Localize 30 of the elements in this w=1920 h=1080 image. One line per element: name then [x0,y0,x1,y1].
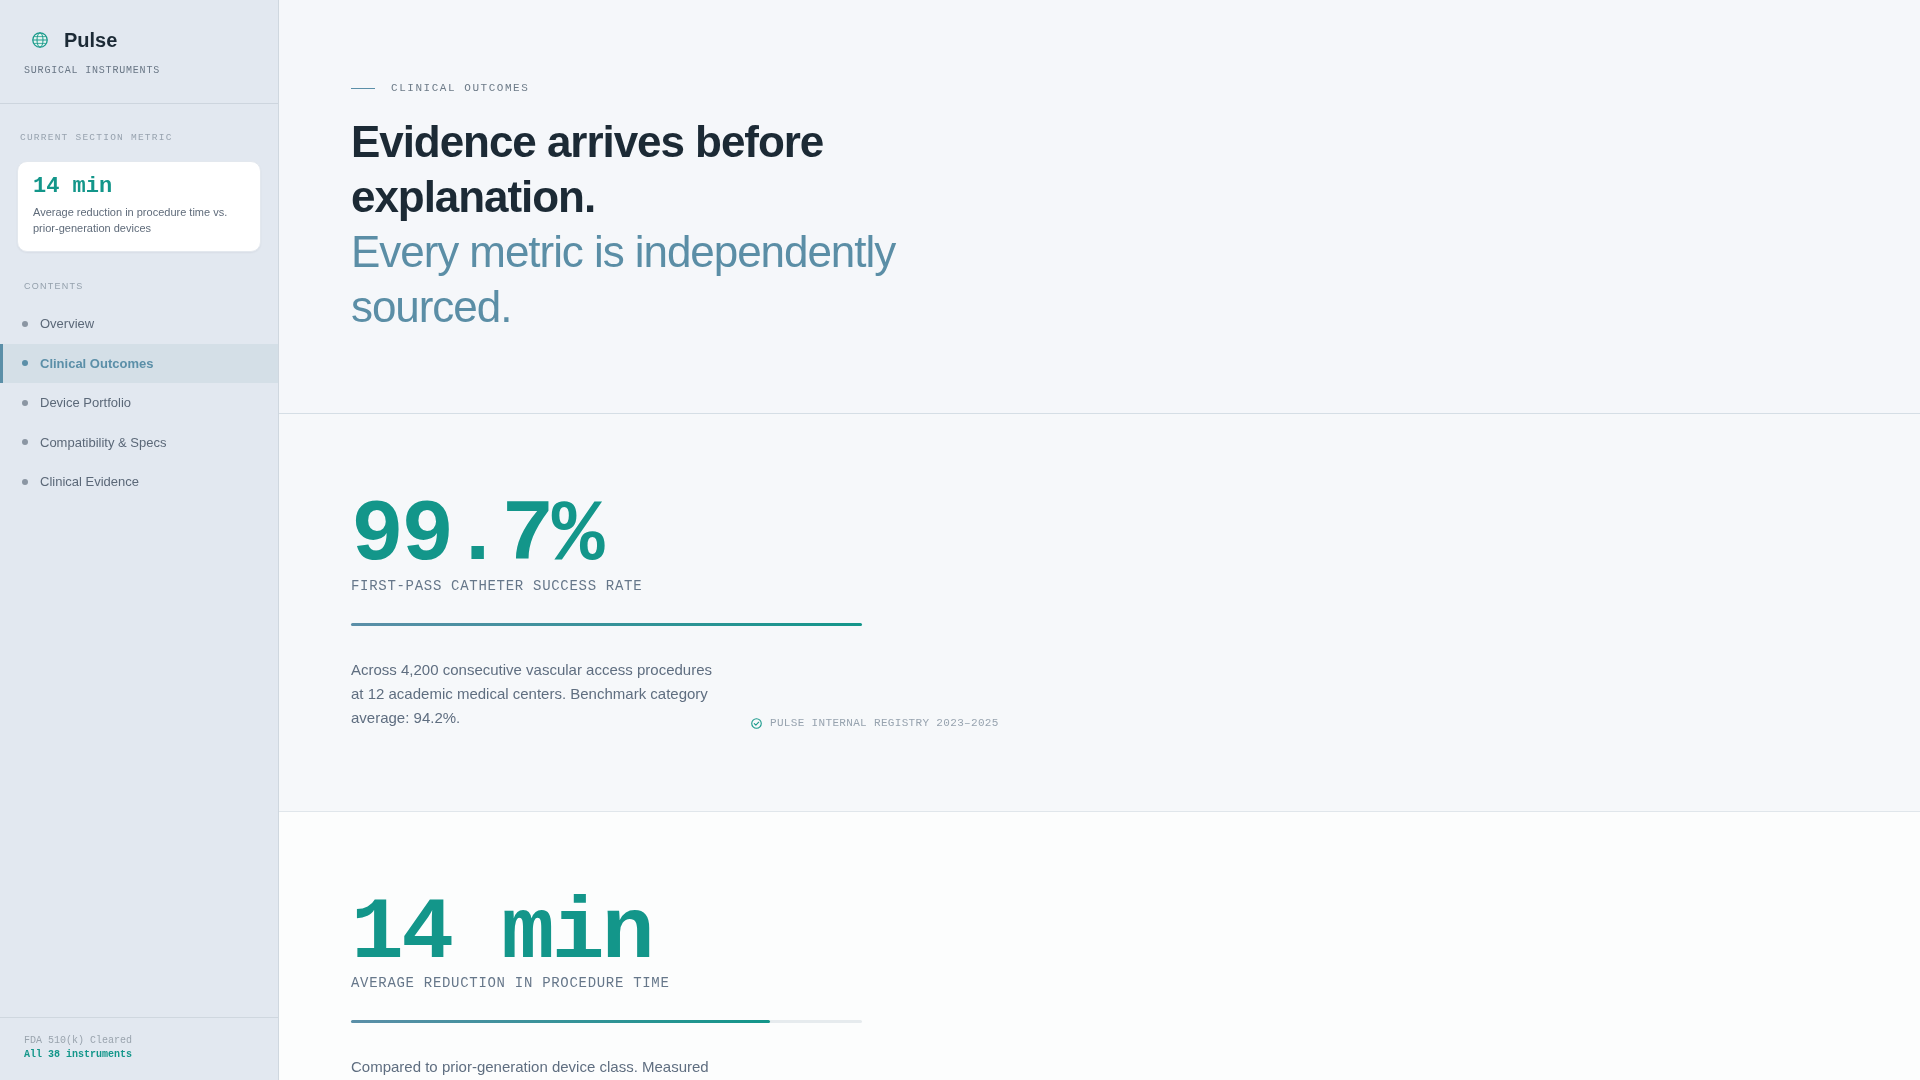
section-label: CURRENT SECTION METRIC [19,132,174,144]
bullet-icon [22,320,28,327]
bullet-icon [22,399,28,406]
metric-value: 14 min [33,174,114,200]
bullet-icon [22,439,28,446]
metric-description: Compared to prior-generation device class. Measured [351,1057,710,1078]
bullet-icon [22,360,28,367]
metric-description: Average reduction in procedure time vs. prior-generation devices [33,205,229,236]
certification-status: FDA 510(k) Cleared [24,1034,134,1048]
eyebrow-label: CLINICAL OUTCOMES [391,81,530,95]
brand-tagline: SURGICAL INSTRUMENTS [24,64,162,78]
instrument-count: All 38 instruments [24,1048,134,1062]
metric-description: Across 4,200 consecutive vascular access procedures at 12 academic medical centers. Benchmark category average: 94.2%. [351,659,713,728]
metric-label: AVERAGE REDUCTION IN PROCEDURE TIME [351,975,670,992]
check-circle-icon [751,717,762,729]
page-subtitle: Every metric is independently sourced. [351,226,897,333]
nav-item[interactable]: Clinical Evidence [0,462,278,502]
nav-item[interactable]: Overview [0,304,278,344]
contents-label: CONTENTS [23,280,85,292]
bullet-icon [22,478,28,485]
page-title: Evidence arrives before explanation. [351,116,825,223]
metric-value: 14 min [351,891,652,976]
globe-icon [32,32,48,48]
nav-item[interactable]: Device Portfolio [0,383,278,423]
nav-item[interactable]: Clinical Outcomes [0,343,278,383]
brand-name: Pulse [64,28,118,52]
metric-value: 99.7% [351,494,602,578]
nav-item[interactable]: Compatibility & Specs [0,422,278,462]
metric-label: FIRST-PASS CATHETER SUCCESS RATE [351,577,643,594]
source-label: PULSE INTERNAL REGISTRY 2023–2025 [770,716,999,730]
